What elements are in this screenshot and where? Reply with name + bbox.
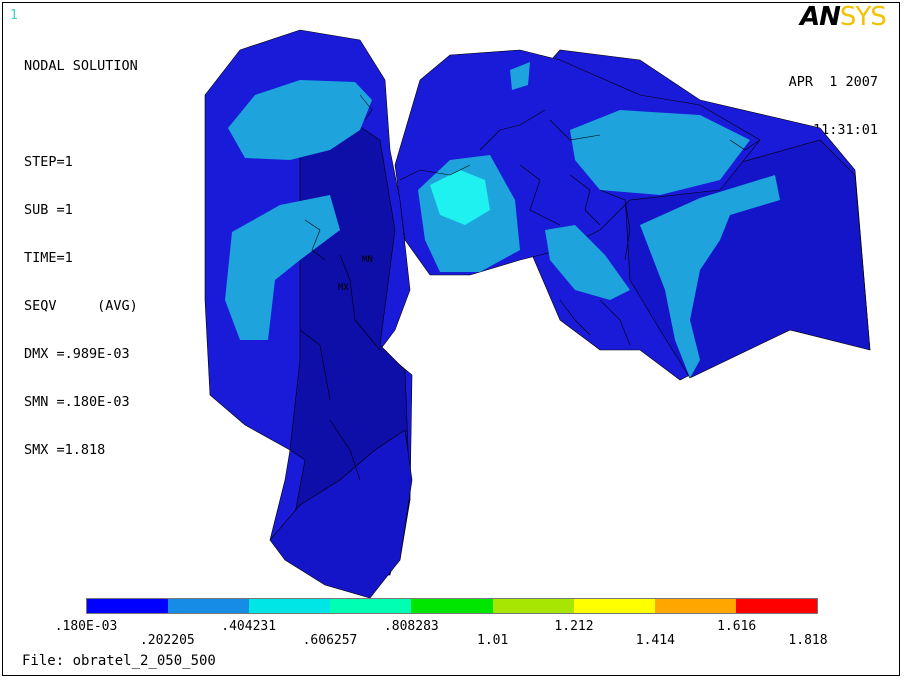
legend-swatch bbox=[492, 599, 574, 613]
legend-swatch bbox=[411, 599, 493, 613]
legend-colorbar bbox=[86, 598, 818, 614]
legend-tick-label: .404231 bbox=[221, 619, 277, 634]
legend-tick-label: .202205 bbox=[139, 633, 195, 648]
legend-tick-label: .808283 bbox=[383, 619, 439, 634]
legend-swatch bbox=[735, 599, 817, 613]
legend-tick-label: 1.818 bbox=[788, 633, 828, 648]
node-label-min: MN bbox=[362, 255, 373, 265]
legend-swatch bbox=[249, 599, 331, 613]
vertebra-stress-model: MN MX bbox=[204, 29, 871, 599]
legend-tick-label: 1.616 bbox=[717, 619, 757, 634]
legend-tick-label: 1.212 bbox=[554, 619, 594, 634]
legend-tick-label: .606257 bbox=[302, 633, 358, 648]
legend-tick-label: 1.01 bbox=[477, 633, 509, 648]
node-label-max: MX bbox=[338, 283, 349, 293]
legend-swatch bbox=[330, 599, 412, 613]
ansys-graphics-window: 1 ANSYS NODAL SOLUTION STEP=1 SUB =1 TIM… bbox=[0, 0, 904, 680]
legend-swatch bbox=[654, 599, 736, 613]
legend-swatch bbox=[168, 599, 250, 613]
legend-tick-label: 1.414 bbox=[635, 633, 675, 648]
legend-swatch bbox=[573, 599, 655, 613]
file-label: File: obratel_2_050_500 bbox=[22, 653, 216, 669]
legend-swatch bbox=[87, 599, 169, 613]
legend-tick-label: .180E-03 bbox=[54, 619, 118, 634]
